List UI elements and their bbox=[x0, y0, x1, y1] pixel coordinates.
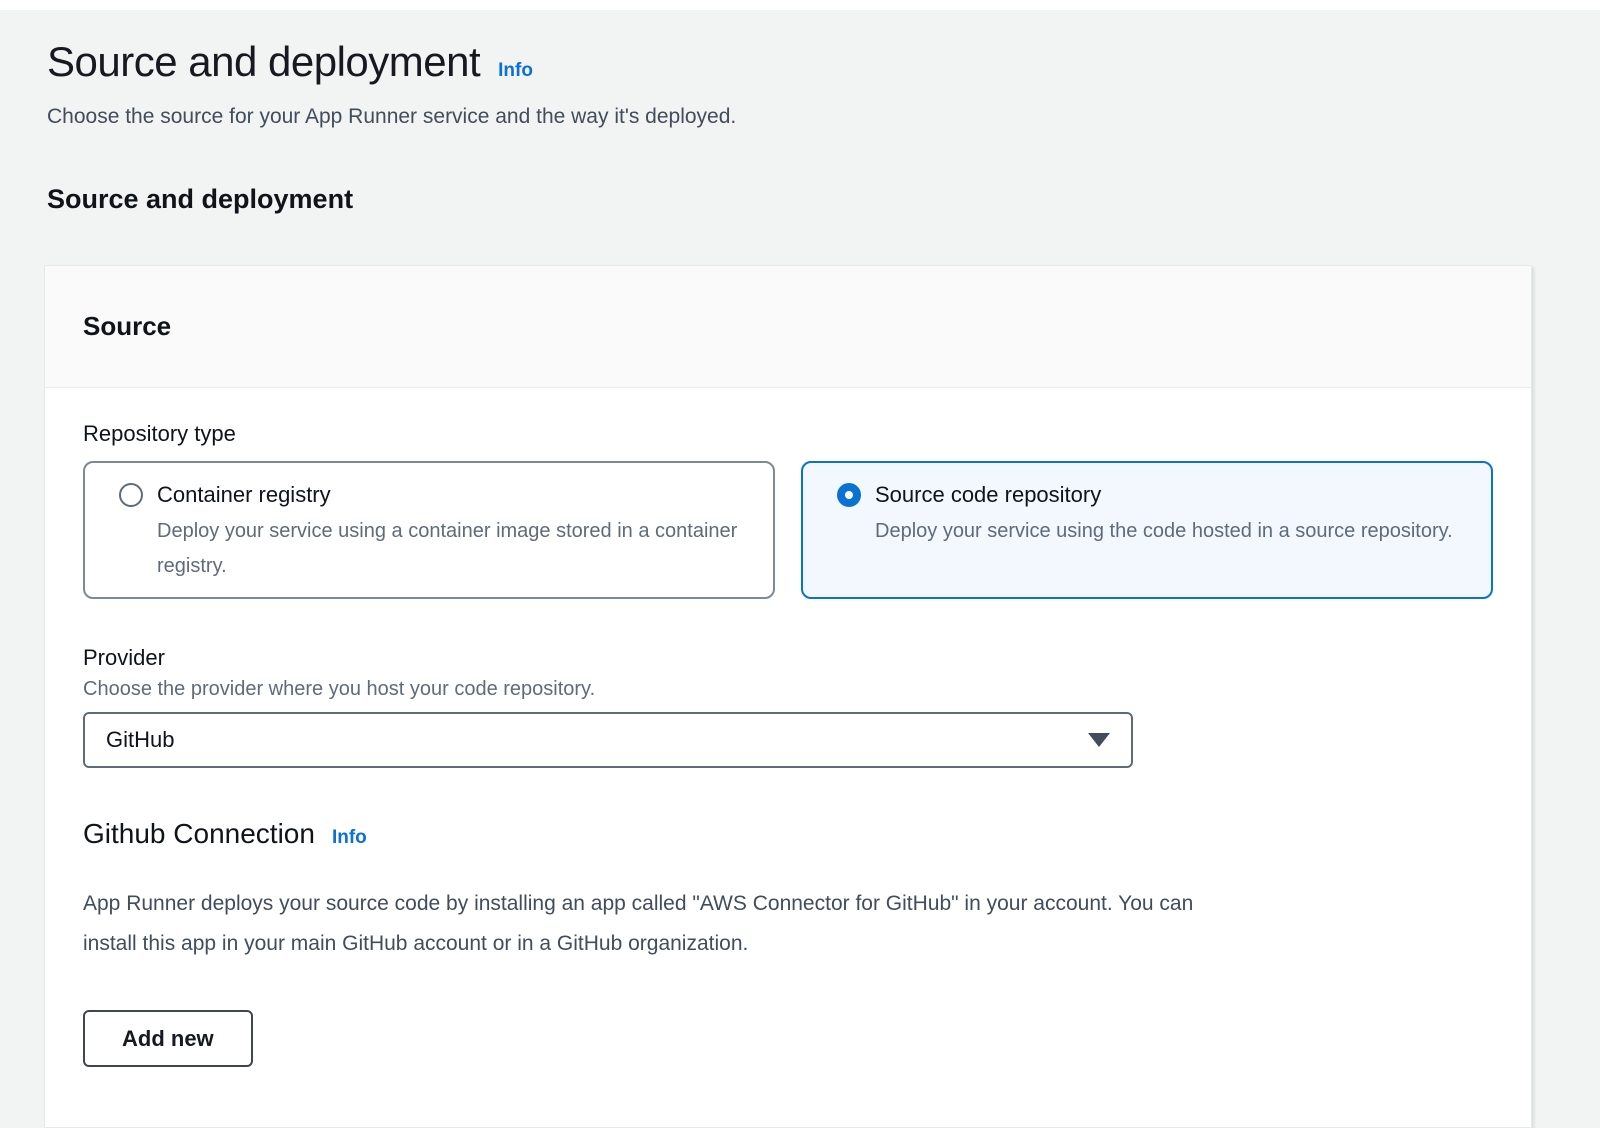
repository-type-label: Repository type bbox=[83, 421, 1493, 447]
page-subtitle: Choose the source for your App Runner se… bbox=[47, 102, 1532, 132]
page-header: Source and deployment Info bbox=[47, 38, 1532, 86]
repository-type-tiles: Container registry Deploy your service u… bbox=[83, 461, 1493, 599]
page-title-info-link[interactable]: Info bbox=[498, 60, 533, 82]
provider-description: Choose the provider where you host your … bbox=[83, 678, 1493, 701]
source-card-header: Source bbox=[45, 266, 1531, 388]
tile-container-registry-title: Container registry bbox=[157, 477, 749, 513]
caret-down-icon bbox=[1088, 733, 1110, 747]
tile-container-registry[interactable]: Container registry Deploy your service u… bbox=[83, 461, 775, 599]
provider-field: Provider Choose the provider where you h… bbox=[83, 645, 1493, 768]
source-card-title: Source bbox=[83, 311, 171, 342]
section-heading: Source and deployment bbox=[47, 184, 1532, 215]
provider-select[interactable]: GitHub bbox=[83, 712, 1133, 768]
tile-source-code-repository-title: Source code repository bbox=[875, 477, 1453, 513]
source-and-deployment-page: Source and deployment Info Choose the so… bbox=[0, 10, 1600, 1128]
page-title: Source and deployment bbox=[47, 38, 480, 86]
radio-unselected-icon[interactable] bbox=[119, 483, 143, 507]
github-connection-paragraph-line2: install this app in your main GitHub acc… bbox=[83, 924, 1493, 964]
github-connection-heading: Github Connection bbox=[83, 818, 315, 850]
radio-selected-icon[interactable] bbox=[837, 483, 861, 507]
source-card-body: Repository type Container registry Deplo… bbox=[45, 388, 1531, 1127]
tile-container-registry-content: Container registry Deploy your service u… bbox=[157, 477, 749, 584]
tile-container-registry-description: Deploy your service using a container im… bbox=[157, 514, 749, 584]
github-connection-paragraph: App Runner deploys your source code by i… bbox=[83, 884, 1493, 964]
add-new-button[interactable]: Add new bbox=[83, 1010, 253, 1067]
provider-label: Provider bbox=[83, 645, 1493, 671]
top-strip bbox=[0, 0, 1600, 10]
github-connection-header: Github Connection Info bbox=[83, 818, 1493, 850]
tile-source-code-repository[interactable]: Source code repository Deploy your servi… bbox=[801, 461, 1493, 599]
provider-select-value: GitHub bbox=[106, 727, 174, 753]
github-connection-paragraph-line1: App Runner deploys your source code by i… bbox=[83, 884, 1493, 924]
tile-source-code-repository-description: Deploy your service using the code hoste… bbox=[875, 514, 1453, 549]
source-card: Source Repository type Container registr… bbox=[44, 265, 1532, 1128]
tile-source-code-repository-content: Source code repository Deploy your servi… bbox=[875, 477, 1453, 549]
github-connection-info-link[interactable]: Info bbox=[332, 827, 367, 849]
